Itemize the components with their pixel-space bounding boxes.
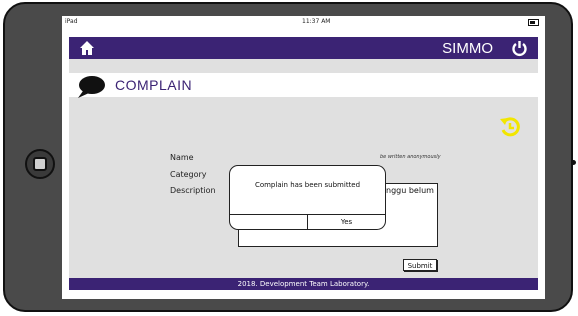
content-area: COMPLAIN Name Category Description be wr… <box>69 59 538 278</box>
page-title: COMPLAIN <box>115 77 193 93</box>
name-label: Name <box>170 153 194 162</box>
home-square-icon <box>33 157 47 171</box>
dialog-yes-button[interactable]: Yes <box>308 215 385 229</box>
status-bar: iPad 11:37 AM <box>62 16 545 28</box>
power-icon[interactable] <box>511 40 528 57</box>
anonymous-hint: be written anonymously <box>380 154 441 160</box>
submit-button[interactable]: Submit <box>403 259 437 271</box>
category-label: Category <box>170 170 207 179</box>
app-title: SIMMO <box>442 40 493 57</box>
app-screen: iPad 11:37 AM SIMMO COMPLAIN Name Catego… <box>62 16 545 299</box>
status-time: 11:37 AM <box>302 18 331 25</box>
refresh-icon[interactable] <box>499 116 521 138</box>
page-header: COMPLAIN <box>69 73 538 98</box>
device-label: iPad <box>65 18 78 25</box>
confirmation-dialog: Complain has been submitted Yes <box>229 165 386 230</box>
camera-dot <box>571 160 576 165</box>
dialog-message: Complain has been submitted <box>254 181 361 189</box>
footer-bar: 2018. Development Team Laboratory. <box>69 278 538 290</box>
dialog-empty-button[interactable] <box>230 215 307 229</box>
home-icon[interactable] <box>79 40 95 56</box>
speech-bubble-icon <box>78 76 105 98</box>
description-label: Description <box>170 186 216 195</box>
top-navbar: SIMMO <box>69 37 538 59</box>
tablet-home-button[interactable] <box>25 149 55 179</box>
battery-icon <box>528 19 539 26</box>
